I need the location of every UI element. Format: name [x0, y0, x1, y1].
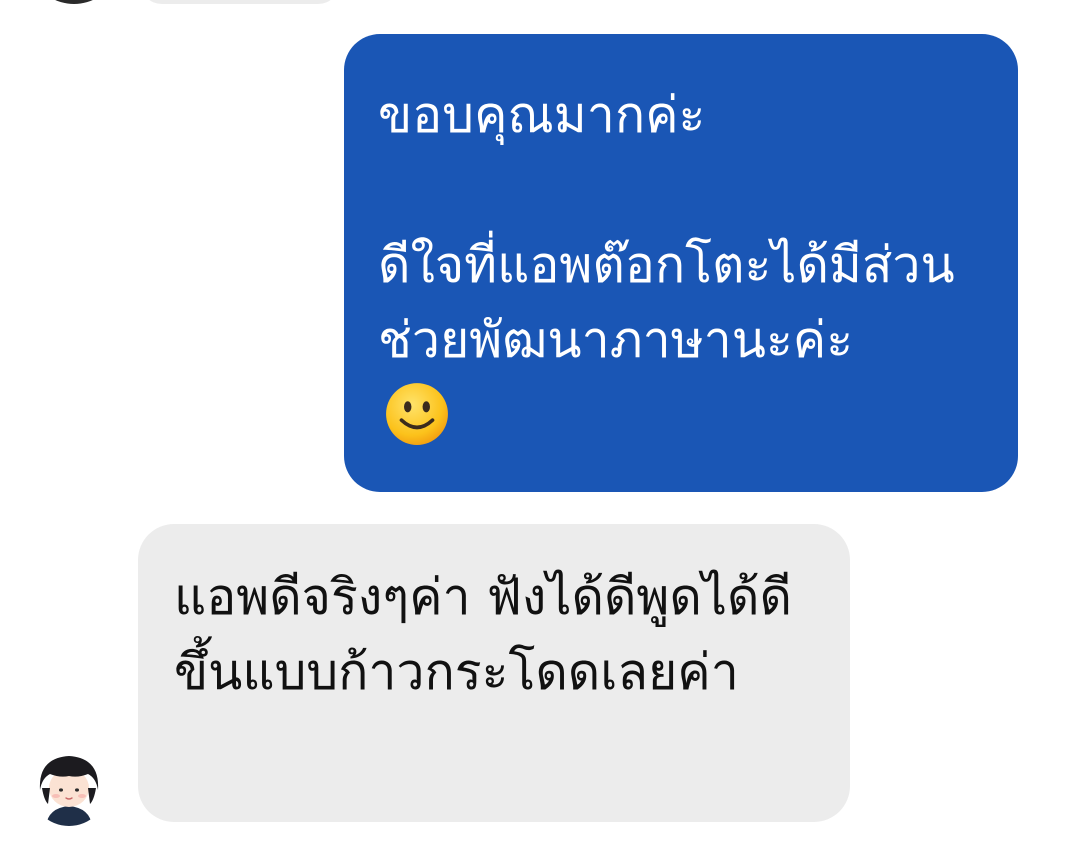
chat-thread: ขอบคุณมากค่ะ ดีใจที่แอพต๊อกโตะได้มีส่วนช…: [0, 0, 1080, 868]
slightly-smiling-face-icon: [386, 382, 448, 445]
previous-message-bubble[interactable]: [140, 0, 340, 4]
incoming-message-text: แอพดีจริงๆค่า ฟังได้ดีพูดได้ดีขึ้นแบบก้า…: [174, 568, 792, 701]
outgoing-message-bubble[interactable]: ขอบคุณมากค่ะ ดีใจที่แอพต๊อกโตะได้มีส่วนช…: [344, 34, 1018, 492]
cartoon-person-avatar-icon: [30, 748, 108, 826]
sender-avatar[interactable]: [30, 748, 108, 826]
incoming-message-bubble[interactable]: แอพดีจริงๆค่า ฟังได้ดีพูดได้ดีขึ้นแบบก้า…: [138, 524, 850, 822]
previous-avatar[interactable]: [40, 0, 108, 4]
outgoing-message-text: ขอบคุณมากค่ะ ดีใจที่แอพต๊อกโตะได้มีส่วนช…: [378, 86, 955, 369]
